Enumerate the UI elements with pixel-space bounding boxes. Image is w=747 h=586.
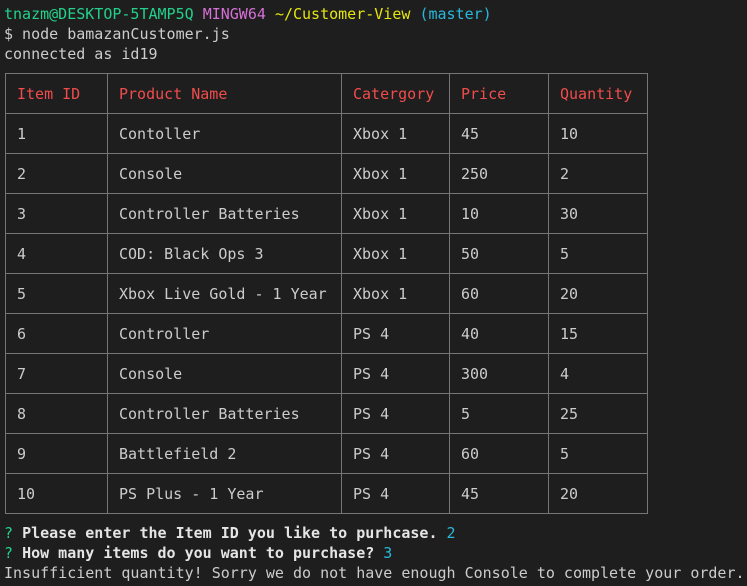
cell-item-id: 10 <box>5 473 108 514</box>
cell-category: Xbox 1 <box>341 233 450 274</box>
cell-quantity: 2 <box>548 153 648 194</box>
cell-category: PS 4 <box>341 433 450 474</box>
cell-category: PS 4 <box>341 473 450 514</box>
cell-price: 10 <box>449 193 549 234</box>
header-category: Catergory <box>341 73 450 114</box>
header-item-id: Item ID <box>5 73 108 114</box>
question-text: How many items do you want to purchase? <box>22 544 375 562</box>
cell-item-id: 9 <box>5 433 108 474</box>
cell-quantity: 20 <box>548 473 648 514</box>
cell-item-id: 2 <box>5 153 108 194</box>
cell-quantity: 5 <box>548 233 648 274</box>
cell-product-name: Contoller <box>107 113 342 154</box>
git-branch: (master) <box>419 5 492 23</box>
cell-category: PS 4 <box>341 313 450 354</box>
header-quantity: Quantity <box>548 73 648 114</box>
prompt-output: ? Please enter the Item ID you like to p… <box>4 523 745 583</box>
cell-product-name: Controller <box>107 313 342 354</box>
header-product-name: Product Name <box>107 73 342 114</box>
cell-item-id: 6 <box>5 313 108 354</box>
cell-price: 60 <box>449 433 549 474</box>
cell-item-id: 8 <box>5 393 108 434</box>
cell-product-name: PS Plus - 1 Year <box>107 473 342 514</box>
table-row: 5 Xbox Live Gold - 1 Year Xbox 1 60 20 <box>5 273 648 314</box>
cell-price: 45 <box>449 473 549 514</box>
answer-text: 3 <box>383 544 393 562</box>
cell-price: 300 <box>449 353 549 394</box>
cell-category: Xbox 1 <box>341 113 450 154</box>
cell-quantity: 4 <box>548 353 648 394</box>
shell-name: MINGW64 <box>202 5 266 23</box>
question-item-id: ? Please enter the Item ID you like to p… <box>4 523 745 543</box>
cell-item-id: 1 <box>5 113 108 154</box>
table-row: 4 COD: Black Ops 3 Xbox 1 50 5 <box>5 233 648 274</box>
cell-price: 60 <box>449 273 549 314</box>
table-row: 7 Console PS 4 300 4 <box>5 353 648 394</box>
answer-text: 2 <box>446 524 456 542</box>
cell-product-name: Console <box>107 153 342 194</box>
cell-product-name: Xbox Live Gold - 1 Year <box>107 273 342 314</box>
table-row: 2 Console Xbox 1 250 2 <box>5 153 648 194</box>
question-quantity: ? How many items do you want to purchase… <box>4 543 745 563</box>
question-mark-icon: ? <box>4 524 14 542</box>
question-mark-icon: ? <box>4 544 14 562</box>
cell-category: PS 4 <box>341 353 450 394</box>
table-row: 9 Battlefield 2 PS 4 60 5 <box>5 433 648 474</box>
cell-category: Xbox 1 <box>341 273 450 314</box>
prompt-header: tnazm@DESKTOP-5TAMP5Q MINGW64 ~/Customer… <box>4 4 747 24</box>
connection-status: connected as id19 <box>4 45 158 63</box>
cell-quantity: 20 <box>548 273 648 314</box>
table-row: 10 PS Plus - 1 Year PS 4 45 20 <box>5 473 648 514</box>
cell-item-id: 4 <box>5 233 108 274</box>
cell-item-id: 5 <box>5 273 108 314</box>
question-text: Please enter the Item ID you like to pur… <box>22 524 438 542</box>
cell-item-id: 3 <box>5 193 108 234</box>
current-path: ~/Customer-View <box>274 5 411 23</box>
cell-product-name: Controller Batteries <box>107 193 342 234</box>
cell-product-name: COD: Black Ops 3 <box>107 233 342 274</box>
cell-quantity: 25 <box>548 393 648 434</box>
cell-price: 40 <box>449 313 549 354</box>
cell-price: 45 <box>449 113 549 154</box>
table-row: 1 Contoller Xbox 1 45 10 <box>5 113 648 154</box>
cell-product-name: Console <box>107 353 342 394</box>
table-header-row: Item ID Product Name Catergory Price Qua… <box>5 73 648 114</box>
cell-product-name: Controller Batteries <box>107 393 342 434</box>
table-row: 8 Controller Batteries PS 4 5 25 <box>5 393 648 434</box>
result-message: Insufficient quantity! Sorry we do not h… <box>4 564 745 582</box>
command-line: $ node bamazanCustomer.js <box>4 25 230 43</box>
cell-category: Xbox 1 <box>341 153 450 194</box>
cell-price: 5 <box>449 393 549 434</box>
cell-quantity: 5 <box>548 433 648 474</box>
cell-item-id: 7 <box>5 353 108 394</box>
table-row: 3 Controller Batteries Xbox 1 10 30 <box>5 193 648 234</box>
header-price: Price <box>449 73 549 114</box>
cell-quantity: 15 <box>548 313 648 354</box>
cell-product-name: Battlefield 2 <box>107 433 342 474</box>
cell-category: Xbox 1 <box>341 193 450 234</box>
cell-price: 250 <box>449 153 549 194</box>
table-row: 6 Controller PS 4 40 15 <box>5 313 648 354</box>
cell-price: 50 <box>449 233 549 274</box>
cell-quantity: 30 <box>548 193 648 234</box>
user-host: tnazm@DESKTOP-5TAMP5Q <box>4 5 194 23</box>
cell-category: PS 4 <box>341 393 450 434</box>
products-table: Item ID Product Name Catergory Price Qua… <box>5 73 648 514</box>
cell-quantity: 10 <box>548 113 648 154</box>
